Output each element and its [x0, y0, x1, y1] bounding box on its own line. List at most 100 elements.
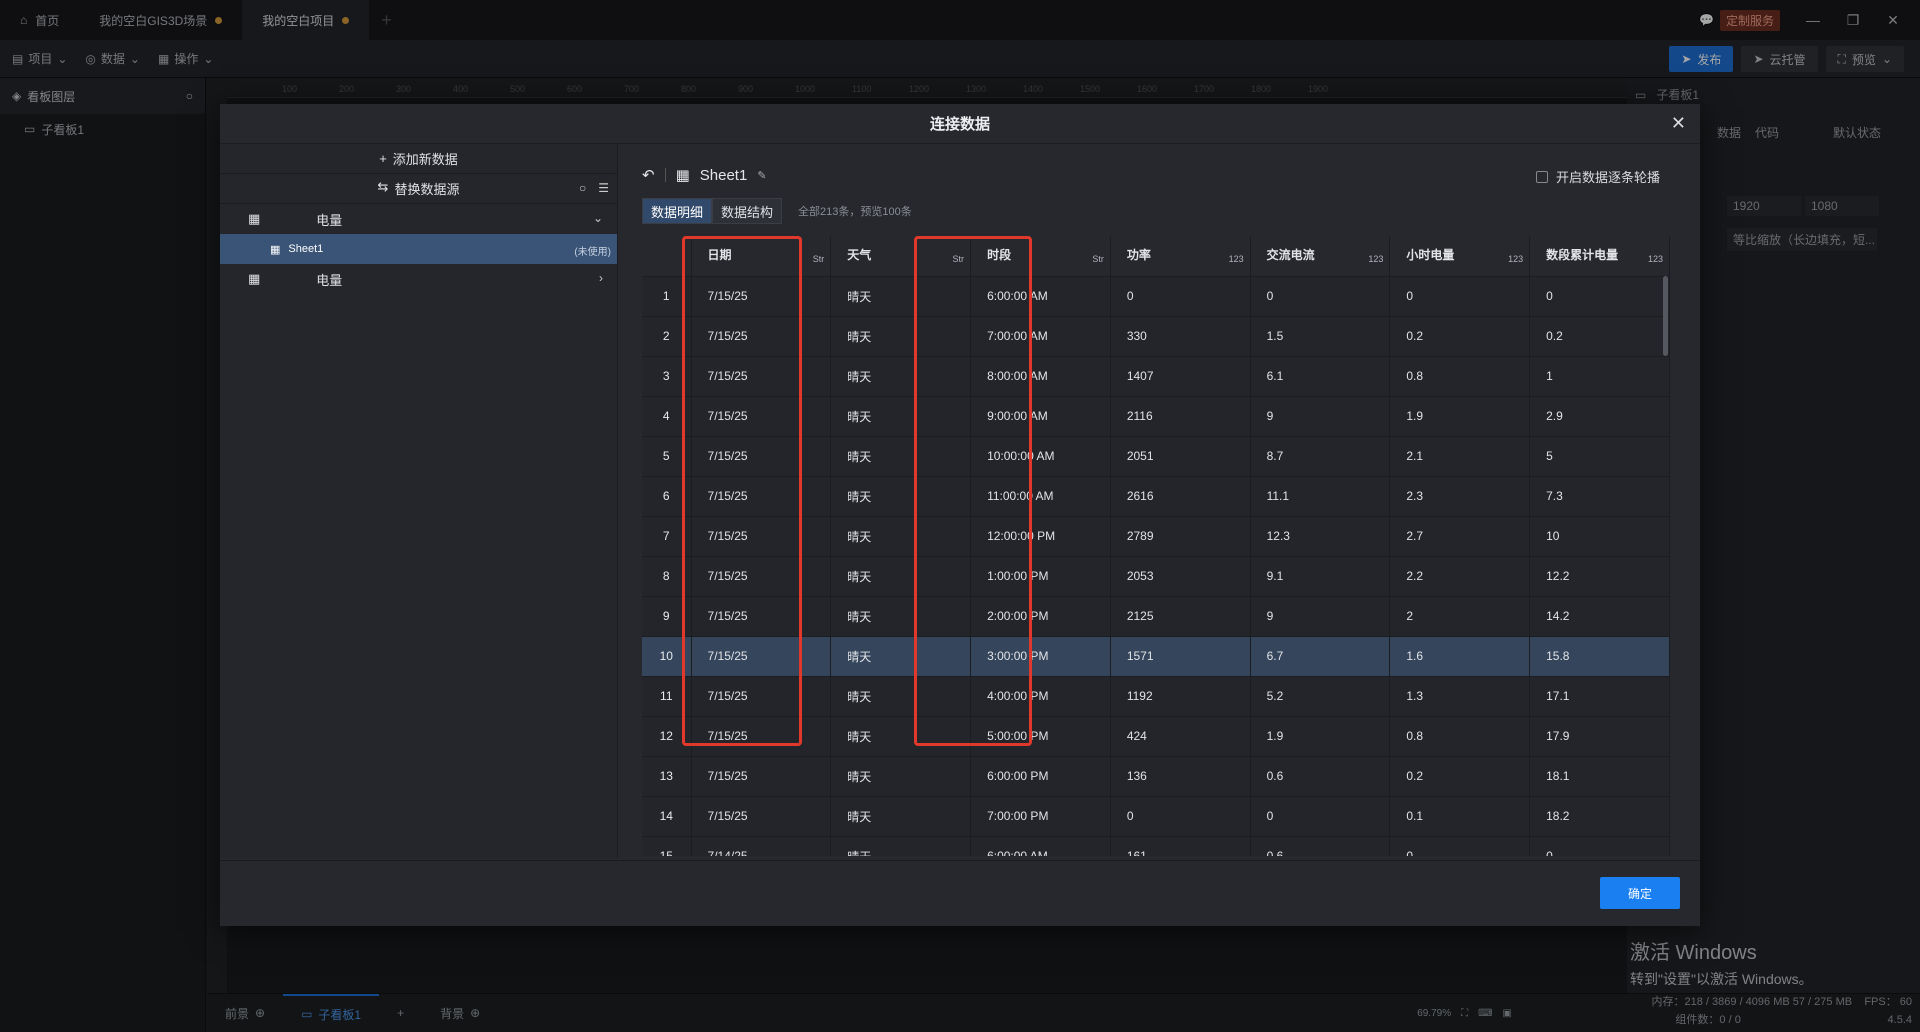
table-row[interactable]: 14 7/15/25 晴天 7:00:00 PM 0 0 0.1 18.2: [642, 796, 1670, 837]
table-row[interactable]: 1 7/15/25 晴天 6:00:00 AM 0 0 0 0: [642, 276, 1670, 317]
column-header[interactable]: 日期 Str: [691, 236, 832, 277]
table-cell: 6.1: [1250, 356, 1391, 397]
edit-icon[interactable]: ✎: [757, 169, 766, 182]
table-header-row: 日期 Str 天气 Str 时段 Str 功率 123 交流电流 123 小时电量 123 数段累计电量…: [642, 236, 1670, 277]
tab-data-structure[interactable]: 数据结构: [712, 198, 783, 224]
table-row[interactable]: 9 7/15/25 晴天 2:00:00 PM 2125 9 2 14.2: [642, 596, 1670, 637]
column-header[interactable]: 功率 123: [1110, 236, 1251, 277]
table-row[interactable]: 157/14/25晴天6:00:00 AM1610.600: [642, 836, 1670, 856]
table-cell: 2: [1389, 596, 1531, 637]
column-header[interactable]: 交流电流 123: [1250, 236, 1391, 277]
table-cell: 11:00:00 AM: [970, 476, 1111, 517]
table-row[interactable]: 12 7/15/25 晴天 5:00:00 PM 424 1.9 0.8 17.9: [642, 716, 1670, 757]
column-header[interactable]: 天气 Str: [830, 236, 972, 277]
table-cell: 18.1: [1529, 756, 1670, 797]
table-cell: 0.8: [1389, 356, 1531, 397]
column-name: 数段累计电量: [1546, 248, 1619, 262]
table-row[interactable]: 7 7/15/25 晴天 12:00:00 PM 2789 12.3 2.7 10: [642, 516, 1670, 557]
row-index: 1: [642, 276, 692, 317]
column-name: 天气: [847, 248, 872, 262]
table-cell: 晴天: [830, 596, 972, 637]
column-name: 时段: [987, 248, 1012, 262]
datasource-item[interactable]: ▦ 电量 ⌄: [220, 204, 617, 234]
row-index: 13: [642, 756, 692, 797]
add-new-label: 添加新数据: [392, 152, 458, 167]
tab-data-detail[interactable]: 数据明细: [642, 198, 713, 224]
table-cell: 17.9: [1529, 716, 1670, 757]
row-index: 5: [642, 436, 692, 477]
filter-list-icon[interactable]: ☰: [598, 181, 609, 195]
column-type-icon: 123: [1508, 254, 1524, 264]
column-header[interactable]: 小时电量 123: [1389, 236, 1531, 277]
table-row[interactable]: 6 7/15/25 晴天 11:00:00 AM 2616 11.1 2.3 7.3: [642, 476, 1670, 517]
chevron-right-icon[interactable]: ›: [599, 271, 603, 285]
search-icon[interactable]: ○: [579, 181, 586, 195]
table-cell: 9: [1250, 396, 1391, 437]
table-cell: 0.2: [1389, 756, 1531, 797]
table-scrollbar[interactable]: [1663, 276, 1668, 356]
table-cell: 7/14/25: [691, 836, 832, 856]
table-row[interactable]: 2 7/15/25 晴天 7:00:00 AM 330 1.5 0.2 0.2: [642, 316, 1670, 357]
table-cell: 1407: [1110, 356, 1251, 397]
divider: [664, 168, 666, 182]
datasource-name: 电量: [316, 272, 343, 288]
table-row[interactable]: 10 7/15/25 晴天 3:00:00 PM 1571 6.7 1.6 15.8: [642, 636, 1670, 677]
column-header[interactable]: 时段 Str: [970, 236, 1111, 277]
table-cell: 4:00:00 PM: [970, 676, 1111, 717]
table-cell: 2.7: [1389, 516, 1531, 557]
table-cell: 1571: [1110, 636, 1251, 677]
table-cell: 0: [1110, 276, 1251, 317]
column-name: 日期: [707, 248, 732, 262]
swap-icon: ⇆: [377, 179, 389, 194]
back-icon[interactable]: ↶: [642, 166, 655, 184]
datasource-item[interactable]: ▦ 电量 ›: [220, 264, 617, 294]
detail-tabs: 数据明细 数据结构 全部213条，预览100条: [642, 198, 912, 224]
table-cell: 424: [1110, 716, 1251, 757]
table-icon: ▦: [270, 243, 281, 256]
table-cell: 7.3: [1529, 476, 1670, 517]
table-cell: 2.9: [1529, 396, 1670, 437]
table-cell: 11.1: [1250, 476, 1391, 517]
table-row[interactable]: 3 7/15/25 晴天 8:00:00 AM 1407 6.1 0.8 1: [642, 356, 1670, 397]
table-cell: 7/15/25: [691, 556, 832, 597]
table-cell: 1.3: [1389, 676, 1531, 717]
data-table-container[interactable]: 日期 Str 天气 Str 时段 Str 功率 123 交流电流 123 小时电量 123 数段累计电量…: [642, 236, 1670, 856]
datasource-name: 电量: [316, 212, 343, 228]
chevron-down-icon[interactable]: ⌄: [593, 211, 603, 225]
column-header[interactable]: 数段累计电量 123: [1529, 236, 1670, 277]
table-cell: 7:00:00 AM: [970, 316, 1111, 357]
replace-source-button[interactable]: ⇆ 替换数据源: [220, 179, 617, 198]
table-cell: 7/15/25: [691, 716, 832, 757]
index-header: [642, 236, 692, 277]
table-cell: 晴天: [830, 316, 972, 357]
table-cell: 2053: [1110, 556, 1251, 597]
table-cell: 8.7: [1250, 436, 1391, 477]
table-row[interactable]: 13 7/15/25 晴天 6:00:00 PM 136 0.6 0.2 18.1: [642, 756, 1670, 797]
table-cell: 5.2: [1250, 676, 1391, 717]
table-row[interactable]: 5 7/15/25 晴天 10:00:00 AM 2051 8.7 2.1 5: [642, 436, 1670, 477]
data-preview-panel: ↶ ▦ Sheet1 ✎ 开启数据逐条轮播 数据明细 数据结构 全部213条，预…: [642, 160, 1690, 860]
table-cell: 0.6: [1250, 756, 1391, 797]
column-name: 功率: [1126, 248, 1151, 262]
table-cell: 0: [1110, 796, 1251, 837]
table-cell: 1.6: [1389, 636, 1531, 677]
table-cell: 10: [1529, 516, 1670, 557]
sheet-item[interactable]: ▦ Sheet1 (未使用): [220, 234, 617, 264]
confirm-button[interactable]: 确定: [1600, 877, 1680, 909]
table-cell: 1192: [1110, 676, 1251, 717]
loop-checkbox[interactable]: [1535, 170, 1548, 183]
row-index: 2: [642, 316, 692, 357]
table-row[interactable]: 8 7/15/25 晴天 1:00:00 PM 2053 9.1 2.2 12.2: [642, 556, 1670, 597]
table-cell: 1:00:00 PM: [970, 556, 1111, 597]
data-table: 日期 Str 天气 Str 时段 Str 功率 123 交流电流 123 小时电量 123 数段累计电量…: [642, 236, 1670, 856]
table-icon: ▦: [248, 211, 261, 226]
column-type-icon: 123: [1228, 254, 1244, 264]
close-icon[interactable]: ✕: [1671, 113, 1686, 134]
add-new-data-button[interactable]: + 添加新数据: [220, 144, 617, 174]
row-index: 11: [642, 676, 692, 717]
row-index: 7: [642, 516, 692, 557]
sheet-header: ↶ ▦ Sheet1 ✎: [642, 160, 1690, 190]
table-row[interactable]: 4 7/15/25 晴天 9:00:00 AM 2116 9 1.9 2.9: [642, 396, 1670, 437]
loop-toggle[interactable]: 开启数据逐条轮播: [1535, 167, 1660, 186]
table-row[interactable]: 11 7/15/25 晴天 4:00:00 PM 1192 5.2 1.3 17.1: [642, 676, 1670, 717]
